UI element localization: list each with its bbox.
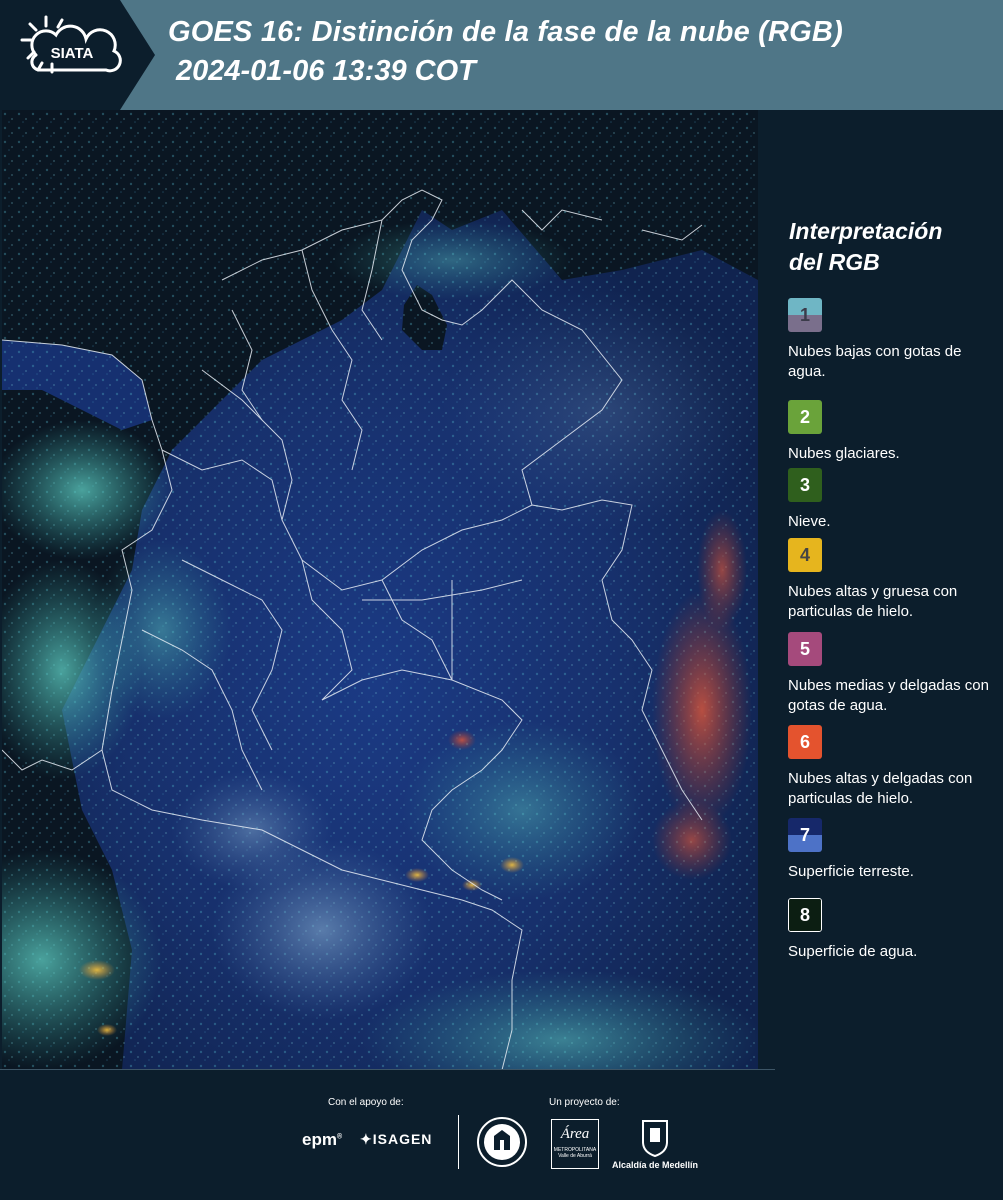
legend-swatch: 2 bbox=[788, 400, 822, 434]
legend-number: 1 bbox=[799, 304, 810, 325]
support-caption: Con el apoyo de: bbox=[328, 1097, 404, 1108]
project-caption: Un proyecto de: bbox=[549, 1097, 620, 1108]
legend-title-line2: del RGB bbox=[789, 249, 880, 275]
legend-label: Nubes glaciares. bbox=[788, 445, 900, 462]
legend-item-7: 7 Superficie terreste. bbox=[788, 818, 1000, 882]
alcaldia-shield-icon bbox=[640, 1118, 670, 1163]
legend-number: 7 bbox=[799, 824, 810, 845]
page-timestamp: 2024-01-06 13:39 COT bbox=[176, 55, 476, 87]
area-logo-title: Área bbox=[560, 1126, 590, 1142]
isagen-logo: ✦ISAGEN bbox=[360, 1131, 432, 1148]
legend-item-6: 6 Nubes altas y delgadas con particulas d… bbox=[788, 725, 1000, 809]
legend-panel: Interpretación del RGB 1 Nubes bajas con … bbox=[762, 110, 1003, 1070]
isagen-logo-text: ISAGEN bbox=[372, 1131, 433, 1147]
area-logo-sub2: Valle de Aburrá bbox=[558, 1153, 592, 1159]
satellite-rgb-map bbox=[2, 110, 758, 1070]
epm-logo-text: epm bbox=[302, 1130, 337, 1149]
legend-number: 8 bbox=[799, 904, 810, 925]
siata-logo-text: SIATA bbox=[51, 45, 94, 62]
medellin-university-seal bbox=[476, 1116, 528, 1173]
alcaldia-logo-text: Alcaldía de Medellín bbox=[612, 1160, 699, 1170]
legend-item-5: 5 Nubes medias y delgadas con gotas de ag… bbox=[788, 632, 1000, 716]
legend-swatch: 1 bbox=[788, 298, 822, 332]
legend-number: 5 bbox=[799, 638, 810, 659]
legend-swatch: 8 bbox=[788, 898, 822, 932]
legend-title: Interpretación del RGB bbox=[789, 216, 989, 278]
legend-label: Nieve. bbox=[788, 513, 831, 530]
legend-item-2: 2 Nubes glaciares. bbox=[788, 400, 1000, 464]
footer-separator bbox=[458, 1115, 459, 1169]
legend-title-line1: Interpretación bbox=[789, 218, 943, 244]
legend-label: Nubes medias y delgadas con gotas de agu… bbox=[788, 677, 989, 714]
legend-label: Nubes bajas con gotas de agua. bbox=[788, 343, 962, 380]
epm-logo: epm® bbox=[302, 1130, 343, 1149]
legend-swatch: 6 bbox=[788, 725, 822, 759]
area-metropolitana-logo: Área METROPOLITANA Valle de Aburrá bbox=[551, 1119, 599, 1169]
legend-item-1: 1 Nubes bajas con gotas de agua. bbox=[788, 298, 1000, 382]
page-title: GOES 16: Distinción de la fase de la nub… bbox=[168, 16, 843, 48]
legend-label: Superficie de agua. bbox=[788, 943, 918, 960]
siata-logo: SIATA bbox=[0, 0, 155, 110]
isagen-logo-icon: ✦ bbox=[360, 1131, 373, 1147]
legend-label: Superficie terreste. bbox=[788, 863, 914, 880]
legend-swatch: 3 bbox=[788, 468, 822, 502]
footer: Con el apoyo de: Un proyecto de: epm® ✦I… bbox=[0, 1070, 1003, 1200]
legend-swatch: 5 bbox=[788, 632, 822, 666]
legend-label: Nubes altas y gruesa con particulas de h… bbox=[788, 583, 958, 620]
legend-item-8: 8 Superficie de agua. bbox=[788, 898, 1000, 962]
legend-label: Nubes altas y delgadas con particulas de… bbox=[788, 770, 973, 807]
header-bar: SIATA GOES 16: Distinción de la fase de … bbox=[0, 0, 1003, 110]
legend-item-3: 3 Nieve. bbox=[788, 468, 1000, 532]
legend-swatch: 4 bbox=[788, 538, 822, 572]
legend-number: 6 bbox=[799, 731, 810, 752]
legend-item-4: 4 Nubes altas y gruesa con particulas de … bbox=[788, 538, 1000, 622]
legend-number: 2 bbox=[799, 406, 810, 427]
legend-swatch: 7 bbox=[788, 818, 822, 852]
legend-number: 3 bbox=[799, 474, 810, 495]
legend-number: 4 bbox=[799, 544, 810, 565]
